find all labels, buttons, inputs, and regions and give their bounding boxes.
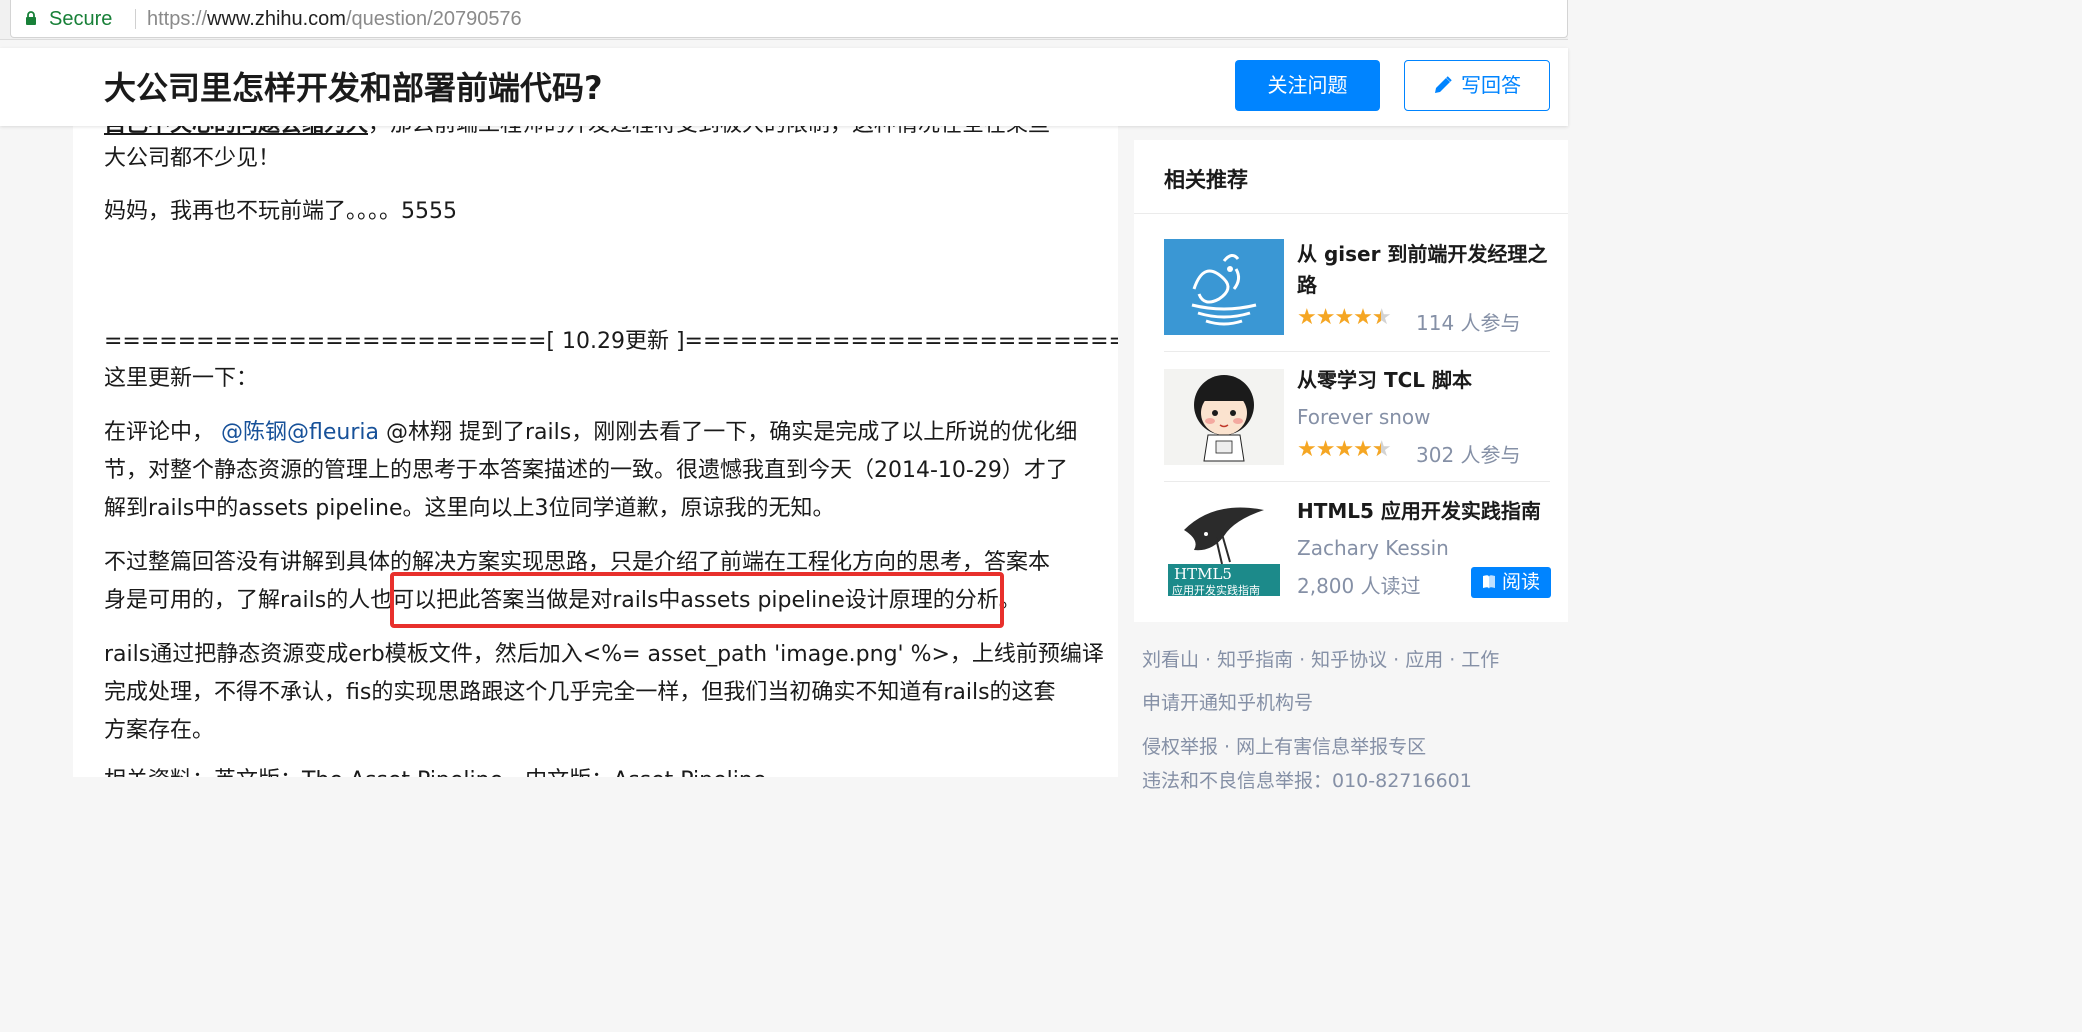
recommendation-item[interactable]: 从 giser 到前端开发经理之路 ★★★★★ 114 人参与 bbox=[1164, 239, 1550, 351]
pencil-icon bbox=[1435, 76, 1452, 93]
footer-link[interactable]: 侵权举报 bbox=[1142, 736, 1218, 758]
recommendation-title: 从 giser 到前端开发经理之路 bbox=[1297, 242, 1548, 297]
paragraph-line: 完成处理，不得不承认，fis的实现思路跟这个几乎完全一样，但我们当初确实不知道有… bbox=[104, 680, 1056, 705]
org-account-link[interactable]: 申请开通知乎机构号 bbox=[1142, 688, 1313, 715]
rating-stars: ★★★★★ bbox=[1297, 437, 1392, 462]
rating-stars: ★★★★★ bbox=[1297, 305, 1392, 330]
text-fragment: 在评论中， bbox=[104, 420, 215, 445]
participant-count: 302 人参与 bbox=[1416, 443, 1521, 467]
url-host: www.zhihu.com bbox=[207, 8, 346, 30]
cover-subtitle-text: 应用开发实践指南 bbox=[1172, 584, 1260, 596]
html5-book-cover: HTML5 应用开发实践指南 bbox=[1164, 500, 1284, 596]
url-text[interactable]: https://www.zhihu.com/question/20790576 bbox=[147, 6, 522, 32]
follow-question-button[interactable]: 关注问题 bbox=[1235, 60, 1380, 111]
url-path: /question/20790576 bbox=[345, 8, 522, 30]
url-separator bbox=[135, 9, 136, 29]
book-icon bbox=[1482, 575, 1495, 589]
giser-thumbnail bbox=[1164, 239, 1284, 335]
footer-cut-line: 违法和不良信息举报：010-82716601 bbox=[1142, 770, 1472, 792]
tcl-thumbnail bbox=[1164, 369, 1284, 465]
read-count: 2,800 人读过 bbox=[1297, 574, 1421, 598]
answer-content: 自己不关心的问题会缩为大，那么前端工程师的开发过程将受到极大的限制，这种情况在全… bbox=[73, 126, 1118, 777]
update-intro: 这里更新一下： bbox=[104, 366, 259, 391]
write-answer-label: 写回答 bbox=[1461, 73, 1521, 97]
address-bar[interactable]: Secure https://www.zhihu.com/question/20… bbox=[10, 0, 1568, 38]
footer-link[interactable]: 网上有害信息举报专区 bbox=[1236, 736, 1426, 758]
paragraph-line: 节，对整个静态资源的管理上的思考于本答案描述的一致。很遗憾我直到今天（2014-… bbox=[104, 458, 1068, 483]
read-button-label: 阅读 bbox=[1501, 571, 1540, 593]
secure-label: Secure bbox=[49, 8, 113, 30]
paragraph-line: 解到rails中的assets pipeline。这里向以上3位同学道歉，原谅我… bbox=[104, 496, 835, 521]
question-title: 大公司里怎样开发和部署前端代码? bbox=[104, 69, 603, 107]
footer-link[interactable]: 知乎协议 bbox=[1311, 649, 1387, 671]
paragraph-line: 方案存在。 bbox=[104, 718, 215, 743]
cartoon-girl-illustration bbox=[1194, 375, 1254, 462]
highlight-annotation-box bbox=[390, 572, 1004, 628]
footer-link[interactable]: 刘看山 bbox=[1142, 649, 1199, 671]
divider bbox=[1134, 213, 1568, 214]
write-answer-button[interactable]: 写回答 bbox=[1404, 60, 1550, 111]
paragraph-line: rails通过把静态资源变成erb模板文件，然后加入<%= asset_path… bbox=[104, 642, 1104, 667]
java-cup-logo bbox=[1191, 254, 1257, 326]
footer-link[interactable]: 知乎指南 bbox=[1217, 649, 1293, 671]
footer-links-row: 刘看山 · 知乎指南 · 知乎协议 · 应用 · 工作 bbox=[1142, 649, 1500, 671]
author-name: Forever snow bbox=[1297, 405, 1431, 429]
url-scheme: https:// bbox=[147, 8, 208, 30]
text-fragment: ，那么前端工程师的开发过程将受到极大的限制，这种情况在全在某些 bbox=[368, 126, 1050, 137]
related-recommendations-card: 相关推荐 从 giser 到前端开发经理之路 ★★★★★ 114 人参与 bbox=[1134, 140, 1568, 622]
underlined-text: 自己不关心的问题会缩为大 bbox=[104, 126, 368, 137]
mention-link[interactable]: @陈钢@fleuria bbox=[221, 420, 379, 445]
footer-links-row: 侵权举报 · 网上有害信息举报专区 bbox=[1142, 736, 1427, 758]
sidebar-title: 相关推荐 bbox=[1164, 168, 1248, 192]
question-header: 大公司里怎样开发和部署前端代码? 关注问题 写回答 bbox=[0, 48, 1568, 126]
participant-count: 114 人参与 bbox=[1416, 311, 1521, 335]
footer-link[interactable]: 工作 bbox=[1461, 649, 1499, 671]
lock-icon bbox=[26, 11, 36, 25]
cover-title-text: HTML5 bbox=[1174, 565, 1232, 583]
recommendation-title: HTML5 应用开发实践指南 bbox=[1297, 499, 1541, 523]
text-fragment: @林翔 提到了rails，刚刚去看了一下，确实是完成了以上所说的优化细 bbox=[379, 420, 1078, 445]
text-line: 妈妈，我再也不玩前端了。。。。5555 bbox=[104, 199, 457, 224]
browser-toolbar: Secure https://www.zhihu.com/question/20… bbox=[0, 0, 1568, 40]
author-name: Zachary Kessin bbox=[1297, 536, 1449, 560]
update-divider: ========================[ 10.29更新 ]=====… bbox=[104, 329, 1118, 354]
recommendation-title: 从零学习 TCL 脚本 bbox=[1297, 368, 1472, 392]
text-line: 大公司都不少见！ bbox=[104, 146, 281, 171]
paragraph-line-cut: 相关资料：英文版：The Asset Pipeline，中文版：Asset Pi… bbox=[104, 762, 766, 777]
paragraph-line: 在评论中， @陈钢@fleuria @林翔 提到了rails，刚刚去看了一下，确… bbox=[104, 414, 1077, 452]
read-button[interactable]: 阅读 bbox=[1471, 567, 1551, 598]
footer-link[interactable]: 应用 bbox=[1405, 649, 1443, 671]
divider bbox=[1164, 481, 1550, 482]
divider bbox=[1164, 351, 1550, 352]
recommendation-item[interactable]: 从零学习 TCL 脚本 Forever snow ★★★★★ 302 人参与 bbox=[1164, 368, 1550, 467]
